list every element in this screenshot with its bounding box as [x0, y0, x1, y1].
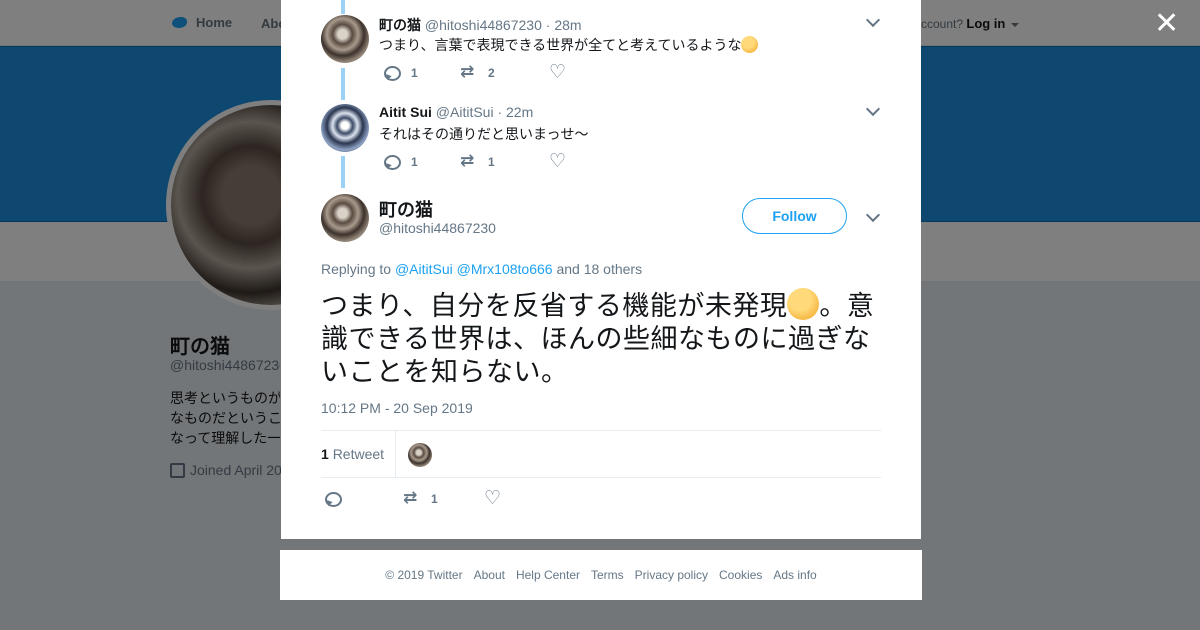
retweet-icon	[403, 488, 421, 508]
tweet-text: つまり、言葉で表現できる世界が全てと考えているような	[379, 35, 759, 55]
retweet-stat[interactable]: 1 Retweet	[321, 446, 384, 462]
tweet-author-name[interactable]: Aitit Sui	[379, 104, 432, 120]
retweet-icon	[460, 62, 478, 82]
retweet-button[interactable]: 2	[460, 62, 549, 82]
tweet-header: Aitit Sui @AititSui · 22m	[379, 104, 533, 120]
tweet-header: 町の猫 @hitoshi44867230 · 28m	[379, 15, 582, 35]
tweet-actions: 1	[324, 487, 512, 510]
reply-tweet[interactable]: Aitit Sui @AititSui · 22m それはその通りだと思いまっせ…	[321, 101, 881, 184]
tweet-stats: 1 Retweet	[321, 430, 881, 478]
avatar[interactable]	[321, 104, 369, 152]
follow-button[interactable]: Follow	[742, 198, 847, 234]
reply-icon	[383, 154, 401, 170]
tweet-actions: 1 2	[383, 61, 577, 84]
reply-button[interactable]: 1	[383, 65, 460, 81]
footer-link-ads-info[interactable]: Ads info	[773, 568, 816, 582]
footer-link-privacy[interactable]: Privacy policy	[635, 568, 708, 582]
thread-line	[341, 0, 345, 14]
tweet-time[interactable]: · 28m	[546, 17, 582, 33]
tweet-author-handle[interactable]: @AititSui	[436, 104, 494, 120]
footer-link-terms[interactable]: Terms	[591, 568, 624, 582]
mention-link[interactable]: @Mrx108to666	[457, 261, 553, 277]
copyright: © 2019 Twitter	[385, 568, 463, 582]
avatar[interactable]	[321, 194, 369, 242]
like-button[interactable]	[549, 150, 577, 173]
tweet-text-part: つまり、自分を反省する機能が未発現	[321, 291, 788, 321]
reply-icon	[324, 491, 342, 507]
modal-footer: © 2019 Twitter About Help Center Terms P…	[280, 550, 922, 600]
reply-count: 1	[411, 155, 418, 169]
reply-count: 1	[411, 66, 418, 80]
retweet-button[interactable]: 1	[460, 151, 549, 171]
tweet-text-body: つまり、言葉で表現できる世界が全てと考えているような	[379, 37, 742, 53]
avatar[interactable]	[321, 15, 369, 63]
retweeter-avatar[interactable]	[408, 443, 432, 467]
divider	[395, 431, 396, 478]
footer-link-help-center[interactable]: Help Center	[516, 568, 580, 582]
retweet-icon	[460, 151, 478, 171]
tweet-actions: 1 1	[383, 150, 577, 173]
tweet-text: つまり、自分を反省する機能が未発現 。意識できる世界は、ほんの些細なものに過ぎない…	[321, 288, 891, 389]
reply-button[interactable]	[324, 491, 403, 507]
tweet-author-handle[interactable]: @hitoshi44867230	[379, 220, 496, 236]
replying-to: Replying to @AititSui @Mrx108to666 and 1…	[321, 261, 642, 277]
thinking-face-emoji	[741, 36, 759, 53]
retweet-stat-label: Retweet	[332, 446, 385, 462]
tweet-time[interactable]: · 22m	[497, 104, 533, 120]
retweet-button[interactable]: 1	[403, 488, 484, 508]
tweet-text: それはその通りだと思いまっせ～	[379, 126, 589, 142]
retweet-stat-count: 1	[321, 446, 329, 462]
tweet-author-name[interactable]: 町の猫	[379, 17, 421, 33]
replying-prefix: Replying to	[321, 261, 392, 277]
like-button[interactable]	[484, 487, 512, 510]
reply-tweet[interactable]: 町の猫 @hitoshi44867230 · 28m つまり、言葉で表現できる世…	[321, 12, 881, 95]
mention-link[interactable]: @AititSui	[395, 261, 453, 277]
retweet-count: 2	[488, 66, 495, 80]
thinking-face-emoji	[787, 288, 820, 320]
replying-suffix[interactable]: and 18 others	[556, 261, 642, 277]
footer-link-about[interactable]: About	[474, 568, 505, 582]
heart-icon	[549, 150, 567, 173]
tweet-author-handle[interactable]: @hitoshi44867230	[425, 17, 542, 33]
tweet-author-name[interactable]: 町の猫	[379, 196, 433, 222]
chevron-down-icon[interactable]	[865, 12, 881, 28]
reply-button[interactable]: 1	[383, 154, 460, 170]
heart-icon	[484, 487, 502, 510]
footer-link-cookies[interactable]: Cookies	[719, 568, 762, 582]
chevron-down-icon[interactable]	[865, 207, 881, 223]
heart-icon	[549, 61, 567, 84]
chevron-down-icon[interactable]	[865, 101, 881, 117]
close-icon[interactable]: ✕	[1154, 9, 1179, 39]
tweet-timestamp[interactable]: 10:12 PM - 20 Sep 2019	[321, 400, 473, 416]
retweet-count: 1	[488, 155, 495, 169]
like-button[interactable]	[549, 61, 577, 84]
retweet-count: 1	[431, 492, 438, 506]
tweet-modal: 町の猫 @hitoshi44867230 · 28m つまり、言葉で表現できる世…	[281, 0, 921, 539]
reply-icon	[383, 65, 401, 81]
